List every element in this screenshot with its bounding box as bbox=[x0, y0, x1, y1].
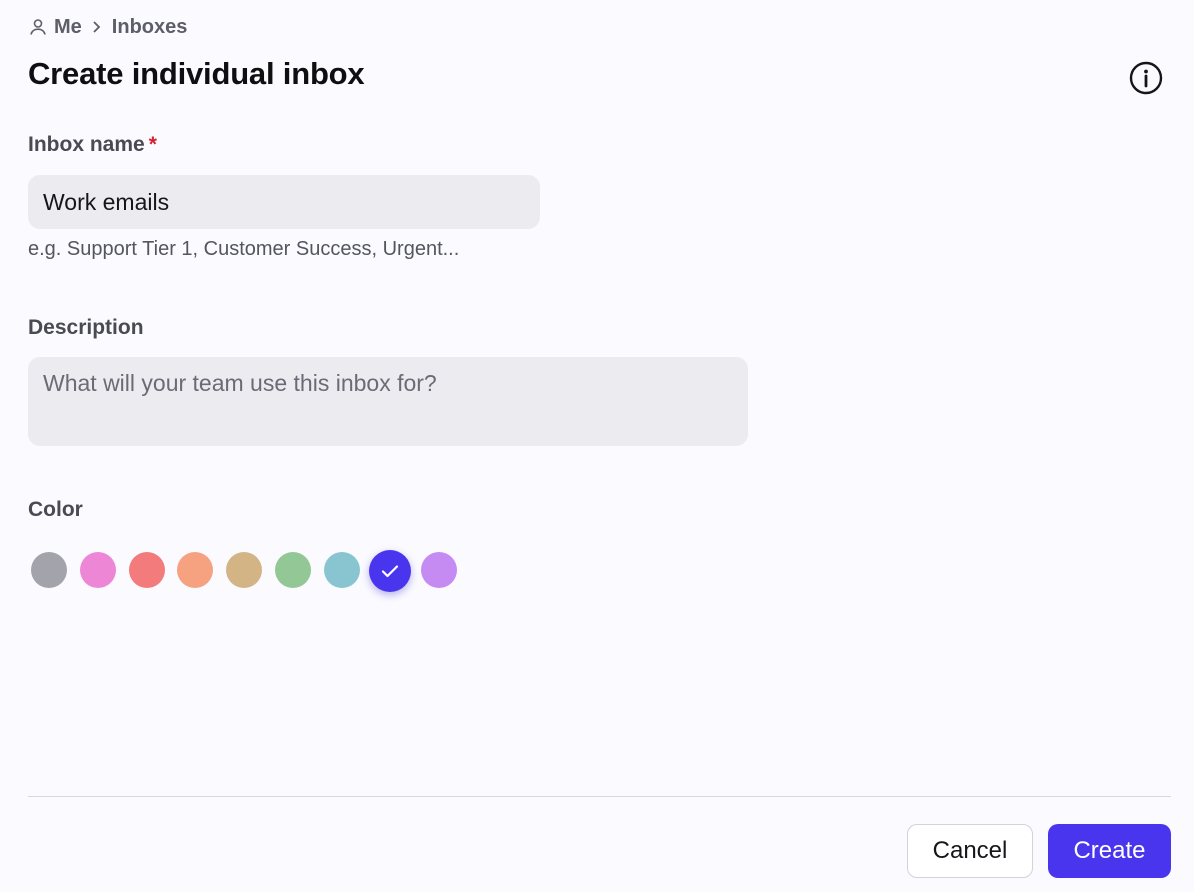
create-inbox-page: Me Inboxes Create individual inbox Inbox… bbox=[0, 0, 1194, 892]
breadcrumb: Me Inboxes bbox=[28, 14, 187, 40]
page-title: Create individual inbox bbox=[28, 56, 365, 91]
cancel-button[interactable]: Cancel bbox=[907, 824, 1033, 878]
user-icon bbox=[28, 17, 48, 37]
inbox-name-input[interactable] bbox=[28, 175, 540, 229]
color-swatch-orange[interactable] bbox=[177, 552, 214, 588]
inbox-name-hint: e.g. Support Tier 1, Customer Success, U… bbox=[28, 238, 460, 260]
breadcrumb-item-me[interactable]: Me bbox=[54, 16, 82, 39]
color-swatch-gray[interactable] bbox=[31, 552, 67, 588]
required-indicator: * bbox=[148, 133, 157, 156]
color-label: Color bbox=[28, 498, 83, 521]
color-swatch-red[interactable] bbox=[128, 552, 165, 588]
color-swatch-pink[interactable] bbox=[79, 552, 116, 588]
create-button[interactable]: Create bbox=[1048, 824, 1171, 878]
color-swatch-teal[interactable] bbox=[323, 552, 360, 588]
description-label: Description bbox=[28, 316, 144, 339]
info-icon[interactable] bbox=[1129, 61, 1163, 95]
color-swatch-violet[interactable] bbox=[421, 552, 457, 588]
color-swatch-green[interactable] bbox=[274, 552, 311, 588]
color-swatch-indigo[interactable] bbox=[369, 550, 412, 592]
inbox-name-label-text: Inbox name bbox=[28, 133, 145, 156]
inbox-name-label: Inbox name * bbox=[28, 133, 157, 157]
color-swatch-tan[interactable] bbox=[226, 552, 262, 588]
checkmark-icon bbox=[382, 565, 399, 578]
chevron-right-icon bbox=[90, 20, 102, 34]
breadcrumb-item-inboxes[interactable]: Inboxes bbox=[112, 16, 188, 39]
footer-divider bbox=[28, 796, 1171, 797]
description-textarea[interactable] bbox=[28, 357, 748, 446]
